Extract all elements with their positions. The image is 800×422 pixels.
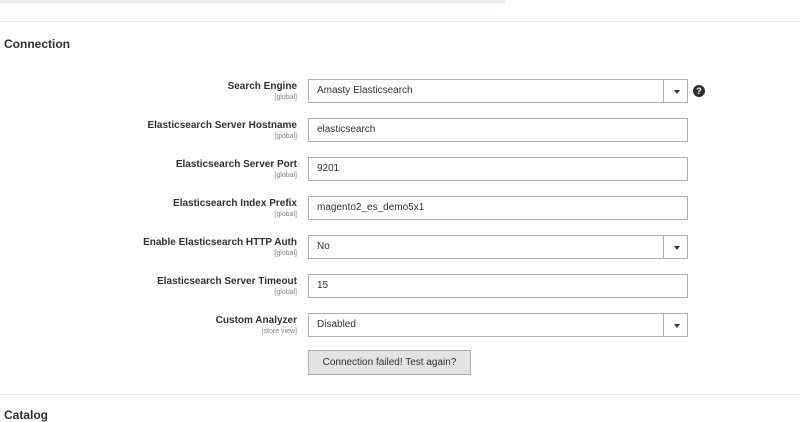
hostname-value: elasticsearch: [317, 124, 376, 135]
search-engine-label: Search Engine: [227, 81, 297, 92]
hostname-scope: [global]: [274, 133, 297, 140]
search-engine-select[interactable]: Amasty Elasticsearch: [308, 79, 688, 103]
timeout-label: Elasticsearch Server Timeout: [157, 276, 297, 287]
chevron-down-icon[interactable]: [663, 236, 687, 258]
timeout-label-wrap: Elasticsearch Server Timeout [global]: [157, 275, 297, 297]
search-engine-label-wrap: Search Engine [global]: [228, 80, 297, 102]
chevron-down-icon[interactable]: [663, 314, 687, 336]
hostname-label: Elasticsearch Server Hostname: [147, 120, 297, 131]
hostname-label-wrap: Elasticsearch Server Hostname [global]: [147, 119, 297, 141]
bottom-divider: [0, 394, 800, 395]
http-auth-label-wrap: Enable Elasticsearch HTTP Auth [global]: [143, 236, 297, 258]
question-icon[interactable]: ?: [693, 85, 705, 97]
search-engine-scope: [global]: [274, 94, 297, 101]
custom-analyzer-label-wrap: Custom Analyzer [store view]: [216, 314, 297, 336]
http-auth-label: Enable Elasticsearch HTTP Auth: [143, 237, 297, 248]
timeout-input[interactable]: 15: [308, 274, 688, 298]
chevron-down-icon[interactable]: [663, 80, 687, 102]
custom-analyzer-value: Disabled: [317, 319, 356, 330]
http-auth-scope: [global]: [274, 250, 297, 257]
section-title-connection[interactable]: Connection: [4, 37, 70, 51]
row-http-auth: Enable Elasticsearch HTTP Auth [global] …: [0, 235, 800, 261]
timeout-scope: [global]: [274, 289, 297, 296]
row-search-engine: Search Engine [global] Amasty Elasticsea…: [0, 79, 800, 105]
search-engine-value: Amasty Elasticsearch: [317, 85, 413, 96]
http-auth-select[interactable]: No: [308, 235, 688, 259]
index-prefix-input[interactable]: magento2_es_demo5x1: [308, 196, 688, 220]
row-index-prefix: Elasticsearch Index Prefix [global] mage…: [0, 196, 800, 222]
http-auth-value: No: [317, 241, 330, 252]
port-label-wrap: Elasticsearch Server Port [global]: [176, 158, 297, 180]
message-bar: [0, 0, 505, 3]
row-timeout: Elasticsearch Server Timeout [global] 15: [0, 274, 800, 300]
port-scope: [global]: [274, 172, 297, 179]
timeout-value: 15: [317, 280, 329, 291]
row-port: Elasticsearch Server Port [global] 9201: [0, 157, 800, 183]
index-prefix-value: magento2_es_demo5x1: [317, 202, 425, 213]
index-prefix-label-wrap: Elasticsearch Index Prefix [global]: [173, 197, 297, 219]
port-label: Elasticsearch Server Port: [175, 159, 297, 170]
custom-analyzer-scope: [store view]: [261, 328, 297, 335]
hostname-input[interactable]: elasticsearch: [308, 118, 688, 142]
index-prefix-label: Elasticsearch Index Prefix: [173, 198, 297, 209]
custom-analyzer-select[interactable]: Disabled: [308, 313, 688, 337]
top-divider: [0, 21, 800, 22]
custom-analyzer-label: Custom Analyzer: [215, 315, 297, 326]
row-custom-analyzer: Custom Analyzer [store view] Disabled: [0, 313, 800, 339]
index-prefix-scope: [global]: [274, 211, 297, 218]
row-hostname: Elasticsearch Server Hostname [global] e…: [0, 118, 800, 144]
port-input[interactable]: 9201: [308, 157, 688, 181]
test-connection-button[interactable]: Connection failed! Test again?: [308, 350, 471, 375]
port-value: 9201: [317, 163, 340, 174]
